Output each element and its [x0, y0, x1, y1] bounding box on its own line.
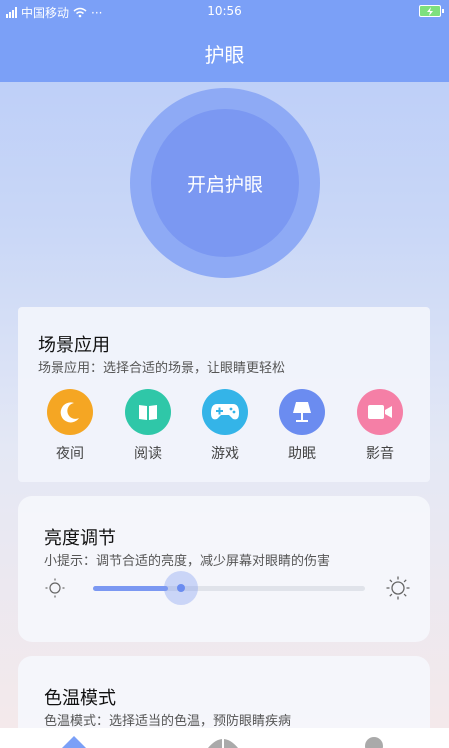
bottom-tab-bar — [0, 728, 449, 748]
scene-card: 场景应用 场景应用：选择合适的场景，让眼睛更轻松 夜间 阅读 游戏 助眠 影音 — [18, 307, 430, 482]
scene-title: 场景应用 — [38, 335, 110, 356]
brightness-slider[interactable] — [93, 586, 365, 591]
lamp-icon — [279, 389, 325, 435]
tools-tab-icon[interactable] — [208, 736, 238, 748]
brightness-slider-fill — [93, 586, 168, 591]
status-bar: 中国移动 ··· 10:56 — [0, 0, 449, 24]
sun-small-icon — [45, 578, 65, 598]
video-icon — [357, 389, 403, 435]
scene-label-media: 影音 — [366, 446, 394, 462]
scene-label-sleep: 助眠 — [288, 446, 316, 462]
scene-subtitle: 场景应用：选择合适的场景，让眼睛更轻松 — [38, 361, 286, 376]
scene-label-reading: 阅读 — [134, 446, 162, 462]
scene-item-game[interactable]: 游戏 — [195, 389, 255, 463]
eye-care-button-label: 开启护眼 — [186, 173, 263, 196]
color-temp-title: 色温模式 — [44, 688, 116, 709]
color-temp-subtitle: 色温模式：选择适当的色温，预防眼睛疾病 — [44, 714, 292, 729]
scene-item-night[interactable]: 夜间 — [40, 389, 100, 463]
book-icon — [125, 389, 171, 435]
moon-icon — [47, 389, 93, 435]
home-tab-icon[interactable] — [62, 736, 86, 748]
scene-item-sleep[interactable]: 助眠 — [272, 389, 332, 463]
sun-large-icon — [386, 576, 410, 600]
scene-label-game: 游戏 — [211, 446, 239, 462]
scene-item-media[interactable]: 影音 — [350, 389, 410, 463]
gamepad-icon — [202, 389, 248, 435]
brightness-slider-thumb[interactable] — [164, 571, 198, 605]
header-bar: 护眼 — [0, 24, 449, 82]
brightness-card: 亮度调节 小提示：调节合适的亮度，减少屏幕对眼睛的伤害 — [18, 496, 430, 642]
profile-tab-icon[interactable] — [364, 736, 384, 748]
page-title: 护眼 — [204, 42, 245, 67]
scene-item-reading[interactable]: 阅读 — [118, 389, 178, 463]
status-time: 10:56 — [207, 4, 242, 18]
brightness-title: 亮度调节 — [44, 528, 116, 549]
scene-label-night: 夜间 — [56, 446, 84, 462]
eye-care-button[interactable]: 开启护眼 — [151, 109, 299, 257]
brightness-tip: 小提示：调节合适的亮度，减少屏幕对眼睛的伤害 — [44, 554, 331, 569]
battery-icon — [419, 5, 444, 17]
